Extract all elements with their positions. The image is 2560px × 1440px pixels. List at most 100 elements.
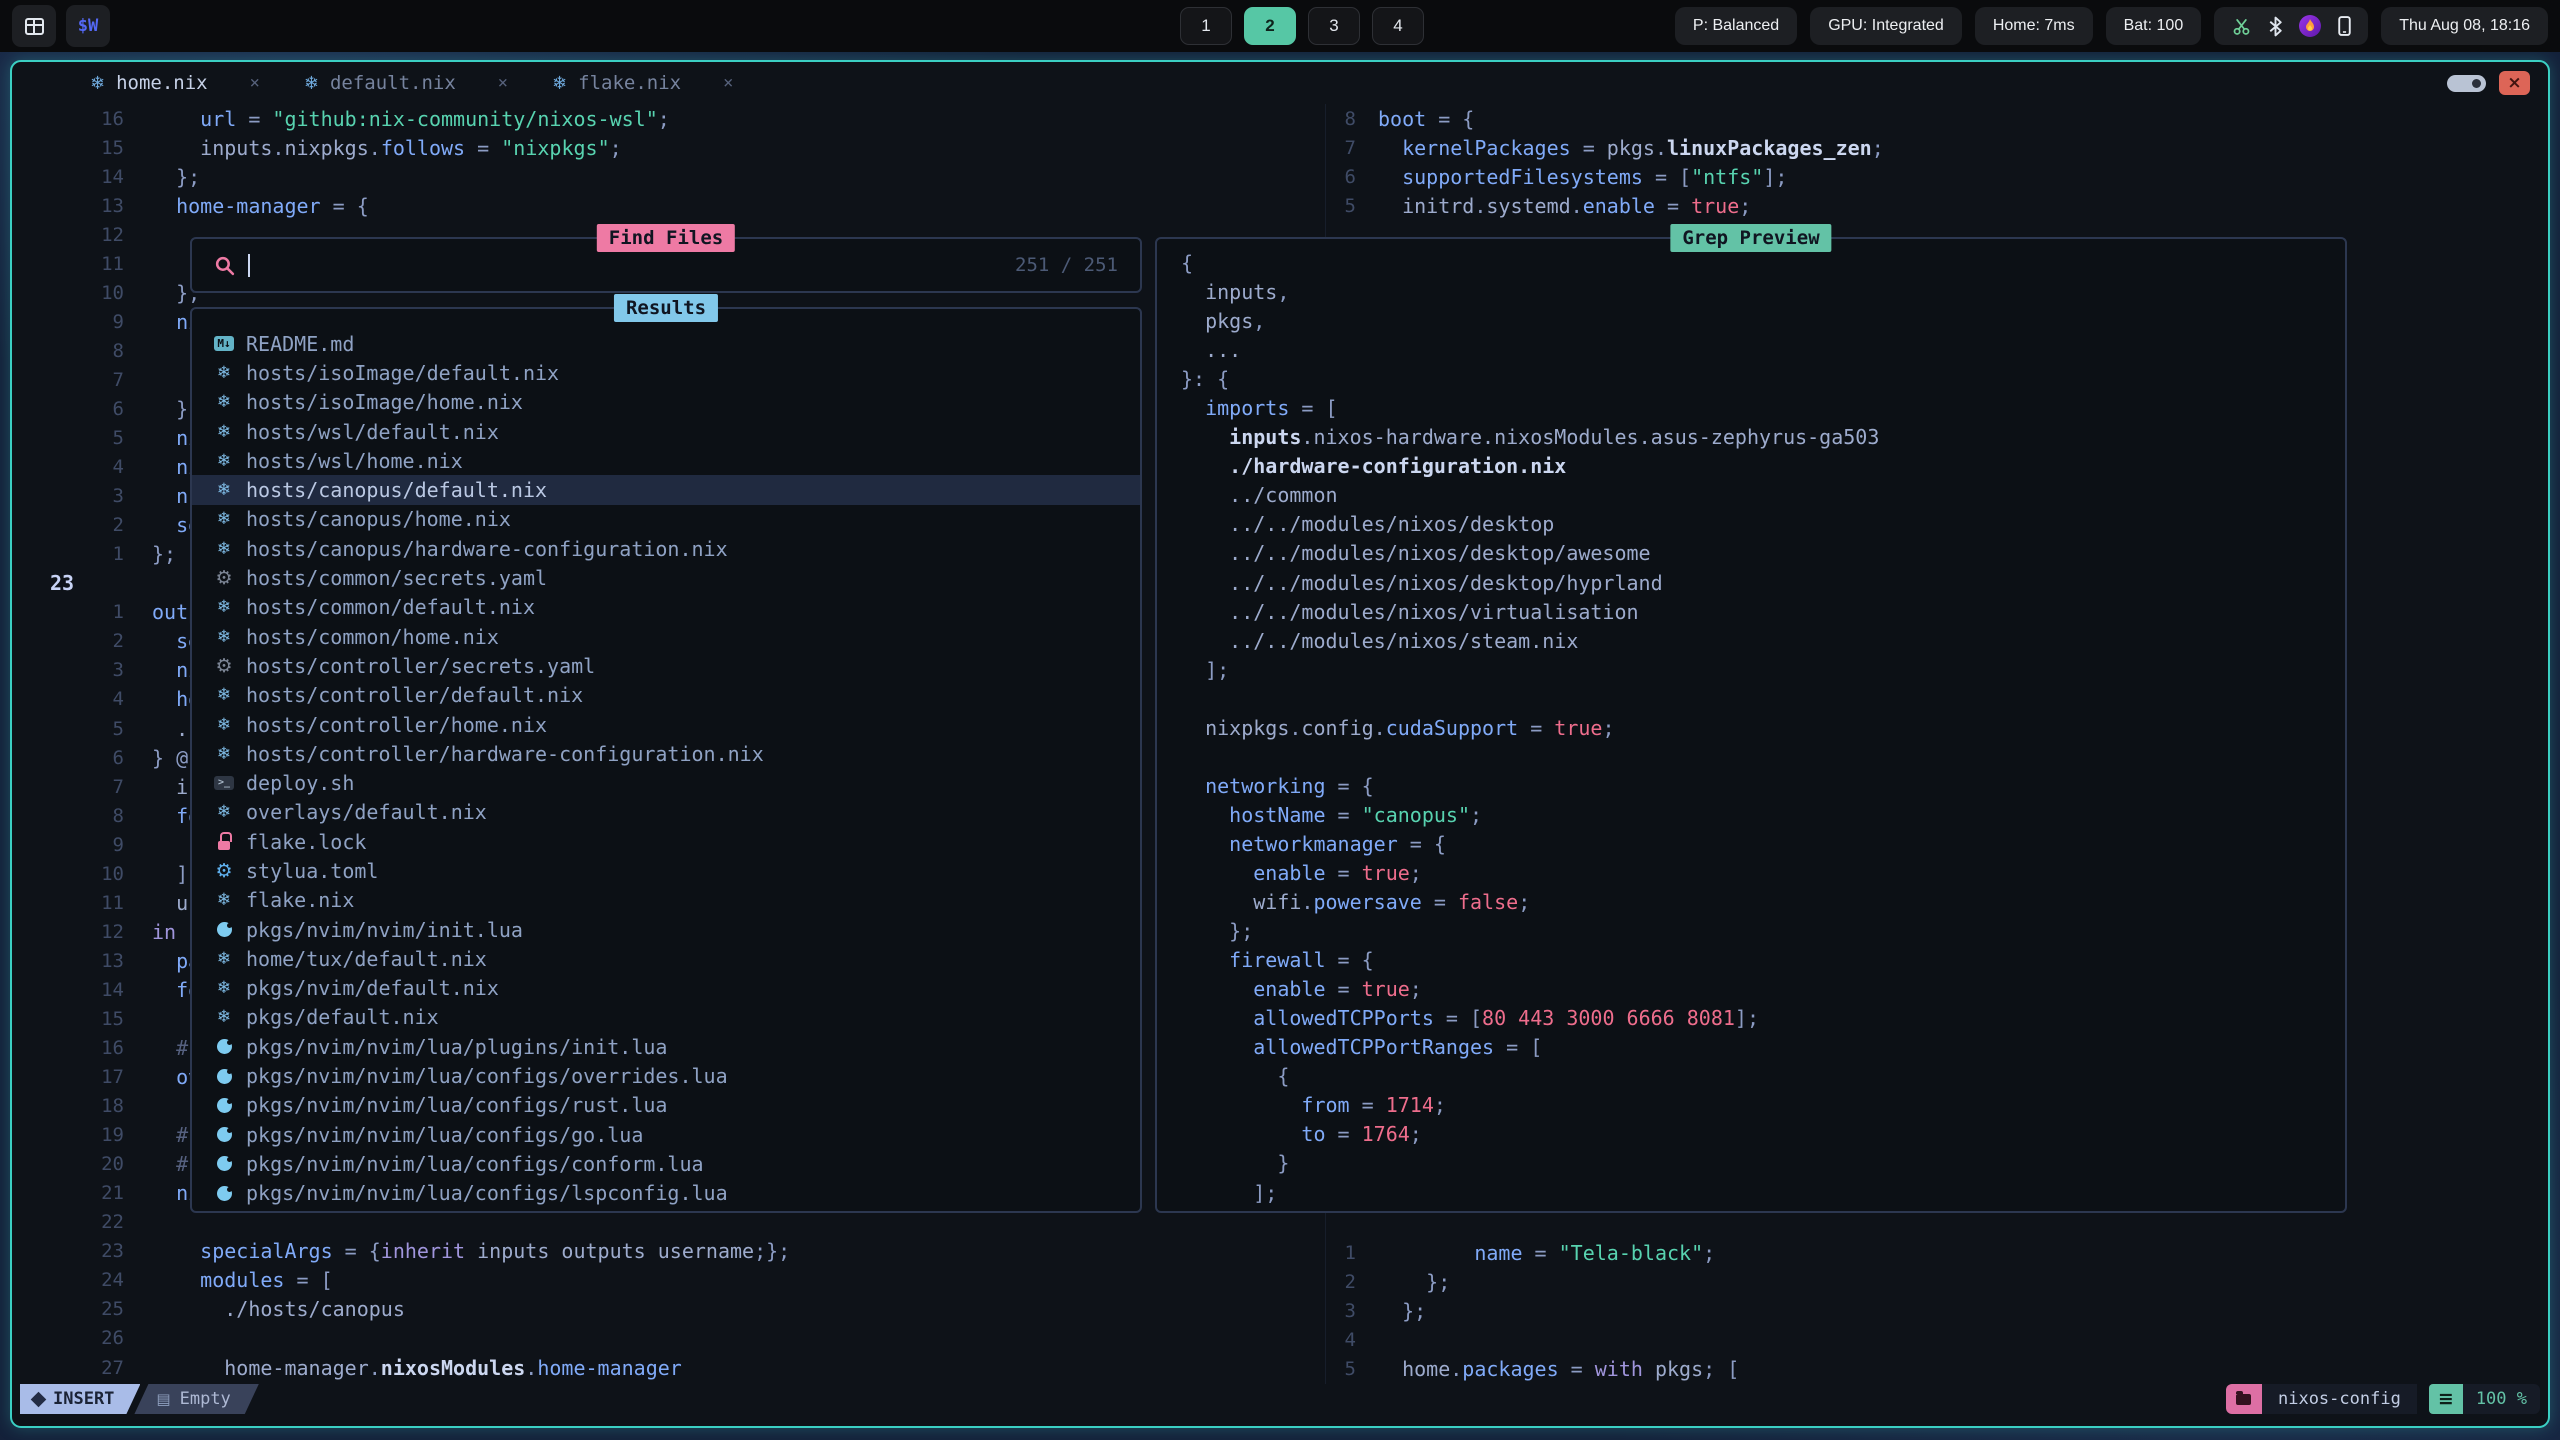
- result-item[interactable]: ❄hosts/wsl/default.nix: [192, 417, 1140, 446]
- tab-label: flake.nix: [578, 72, 681, 94]
- toggle-switch[interactable]: [2447, 75, 2486, 92]
- workspace-button-4[interactable]: 4: [1372, 7, 1424, 45]
- terminal-badge-button[interactable]: $W: [66, 5, 110, 47]
- result-item[interactable]: ❄ home/tux/default.nix: [192, 944, 1140, 973]
- result-item[interactable]: ❄hosts/common/home.nix: [192, 622, 1140, 651]
- nix-file-icon: ❄: [214, 622, 234, 651]
- nix-file-icon: ❄: [214, 388, 234, 417]
- result-item[interactable]: pkgs/nvim/nvim/lua/configs/overrides.lua: [192, 1061, 1140, 1090]
- yaml-file-icon: ⚙: [214, 563, 234, 592]
- nix-file-icon: ❄: [214, 710, 234, 739]
- close-tab-icon[interactable]: ×: [250, 73, 260, 93]
- statusline: INSERT ▤ Empty nixos-config ≡ 100 %: [20, 1384, 2540, 1414]
- result-item[interactable]: ❄ hosts/canopus/hardware-configuration.ni…: [192, 534, 1140, 563]
- launcher-button[interactable]: [12, 5, 56, 47]
- result-filename: flake.nix: [246, 888, 354, 912]
- result-filename: home/tux/default.nix: [246, 947, 487, 971]
- result-item[interactable]: ⚙stylua.toml: [192, 856, 1140, 885]
- result-item[interactable]: pkgs/nvim/nvim/lua/configs/rust.lua: [192, 1091, 1140, 1120]
- clock[interactable]: Thu Aug 08, 18:16: [2381, 7, 2548, 45]
- result-item[interactable]: pkgs/nvim/nvim/init.lua: [192, 915, 1140, 944]
- result-item[interactable]: ❄overlays/default.nix: [192, 798, 1140, 827]
- result-item[interactable]: ⚙hosts/controller/secrets.yaml: [192, 651, 1140, 680]
- code-line: 3 };: [1326, 1297, 2548, 1326]
- preview-line: [1181, 745, 2345, 774]
- result-filename: pkgs/nvim/nvim/lua/configs/rust.lua: [246, 1093, 667, 1117]
- result-item[interactable]: >_deploy.sh: [192, 768, 1140, 797]
- lines-icon: ≡: [2438, 1388, 2454, 1410]
- result-item[interactable]: pkgs/nvim/nvim/lua/configs/go.lua: [192, 1120, 1140, 1149]
- code-line: 26: [12, 1324, 1324, 1353]
- result-filename: hosts/canopus/home.nix: [246, 507, 511, 531]
- tabs: ❄home.nix×❄default.nix×❄flake.nix×: [70, 62, 757, 104]
- result-filename: deploy.sh: [246, 771, 354, 795]
- nix-file-icon: ❄: [214, 944, 234, 973]
- code-line: 13 home-manager = {: [12, 191, 1324, 220]
- scissors-icon[interactable]: [2231, 16, 2252, 37]
- editor-region[interactable]: 16 url = "github:nix-community/nixos-wsl…: [12, 104, 2548, 1384]
- window-controls: ×: [2447, 71, 2530, 95]
- result-item[interactable]: ❄hosts/isoImage/home.nix: [192, 388, 1140, 417]
- result-item[interactable]: ❄hosts/controller/hardware-configuration…: [192, 739, 1140, 768]
- preview-line: enable = true;: [1181, 861, 2345, 890]
- result-item[interactable]: ❄ hosts/controller/home.nix: [192, 710, 1140, 739]
- right-pane-bottom-code: 1 name = "Tela-black";2 };3 };45 home.pa…: [1326, 1239, 2548, 1384]
- firewall-icon[interactable]: [2299, 15, 2321, 37]
- terminal-icon: $W: [78, 16, 98, 36]
- result-item[interactable]: ❄pkgs/nvim/default.nix: [192, 974, 1140, 1003]
- results-list: M↓README.md❄hosts/isoImage/default.nix❄h…: [192, 309, 1140, 1208]
- result-item[interactable]: pkgs/nvim/nvim/lua/plugins/init.lua: [192, 1032, 1140, 1061]
- close-tab-icon[interactable]: ×: [723, 73, 733, 93]
- close-tab-icon[interactable]: ×: [498, 73, 508, 93]
- lua-file-icon: [214, 1061, 234, 1090]
- result-item[interactable]: ❄pkgs/default.nix: [192, 1003, 1140, 1032]
- lua-file-icon: [214, 915, 234, 944]
- result-item[interactable]: flake.lock: [192, 827, 1140, 856]
- result-item[interactable]: pkgs/nvim/nvim/lua/configs/conform.lua: [192, 1149, 1140, 1178]
- preview-line: imports = [: [1181, 396, 2345, 425]
- folder-segment: [2226, 1384, 2262, 1414]
- preview-line: ../../modules/nixos/desktop/hyprland: [1181, 571, 2345, 600]
- result-item[interactable]: pkgs/nvim/nvim/lua/configs/lspconfig.lua: [192, 1179, 1140, 1208]
- code-line: 6 supportedFilesystems = ["ntfs"];: [1326, 162, 2548, 191]
- tab-flake.nix[interactable]: ❄ flake.nix ×: [532, 62, 757, 104]
- workspace-button-2[interactable]: 2: [1244, 7, 1296, 45]
- results-title: Results: [614, 294, 718, 322]
- system-tray: [2214, 7, 2368, 45]
- markdown-file-icon: M↓: [214, 336, 234, 351]
- nix-file-icon: ❄: [214, 1003, 234, 1032]
- preview-line: firewall = {: [1181, 948, 2345, 977]
- result-item[interactable]: M↓README.md: [192, 329, 1140, 358]
- tab-home.nix[interactable]: ❄home.nix×: [70, 62, 284, 104]
- result-item[interactable]: ❄hosts/common/default.nix: [192, 593, 1140, 622]
- result-item[interactable]: ❄hosts/canopus/home.nix: [192, 505, 1140, 534]
- result-filename: hosts/controller/home.nix: [246, 713, 547, 737]
- preview-line: ../../modules/nixos/virtualisation: [1181, 600, 2345, 629]
- result-item[interactable]: ⚙hosts/common/secrets.yaml: [192, 563, 1140, 592]
- result-item[interactable]: ❄hosts/controller/default.nix: [192, 681, 1140, 710]
- preview-line: ../../modules/nixos/steam.nix: [1181, 629, 2345, 658]
- result-item[interactable]: ❄hosts/canopus/default.nix: [192, 475, 1140, 504]
- code-line: 15 inputs.nixpkgs.follows = "nixpkgs";: [12, 133, 1324, 162]
- preview-line: };: [1181, 919, 2345, 948]
- find-files-prompt: Find Files 251 / 251: [190, 237, 1142, 293]
- code-line: 23 specialArgs = {inherit inputs outputs…: [12, 1237, 1324, 1266]
- editor-window: ❄home.nix×❄default.nix×❄flake.nix× × 16 …: [10, 60, 2550, 1428]
- code-line: 5 home.packages = with pkgs; [: [1326, 1355, 2548, 1384]
- tab-default.nix[interactable]: ❄default.nix×: [284, 62, 532, 104]
- nix-file-icon: ❄: [214, 534, 234, 563]
- nix-icon: ❄: [552, 73, 567, 94]
- result-item[interactable]: ❄hosts/isoImage/default.nix: [192, 358, 1140, 387]
- phone-icon[interactable]: [2338, 16, 2351, 36]
- tab-label: default.nix: [330, 72, 456, 94]
- result-filename: hosts/canopus/hardware-configuration.nix: [246, 537, 728, 561]
- bluetooth-icon[interactable]: [2269, 16, 2282, 37]
- result-item[interactable]: ❄flake.nix: [192, 886, 1140, 915]
- workspace-button-3[interactable]: 3: [1308, 7, 1360, 45]
- result-filename: pkgs/nvim/nvim/lua/configs/overrides.lua: [246, 1064, 728, 1088]
- nix-file-icon: ❄: [214, 417, 234, 446]
- workspace-button-1[interactable]: 1: [1180, 7, 1232, 45]
- window-close-button[interactable]: ×: [2499, 71, 2530, 95]
- result-item[interactable]: ❄hosts/wsl/home.nix: [192, 446, 1140, 475]
- results-panel: Results M↓README.md❄hosts/isoImage/defau…: [190, 307, 1142, 1213]
